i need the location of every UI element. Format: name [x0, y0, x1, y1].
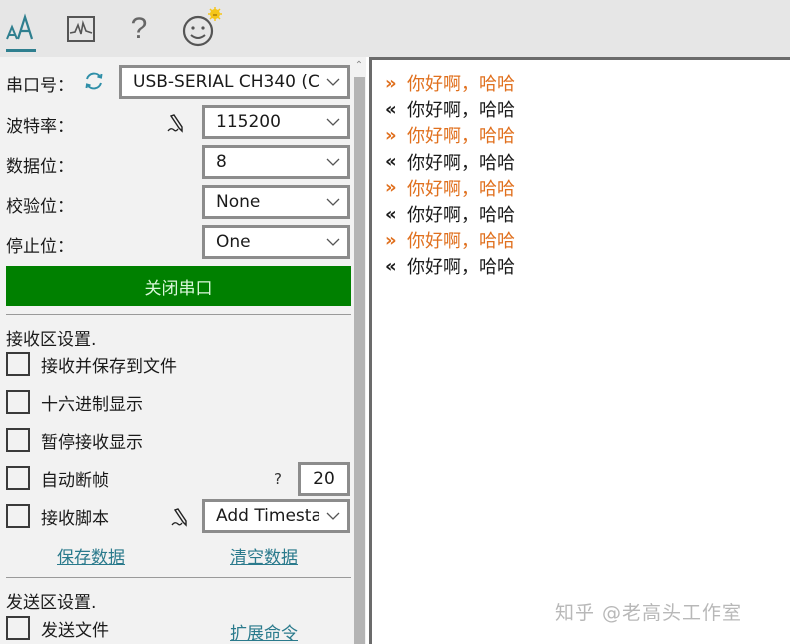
parity-select-value: None	[216, 192, 261, 212]
port-select-value: USB-SERIAL CH340 (COM	[133, 72, 319, 92]
checkbox-label: 接收并保存到文件	[41, 356, 177, 377]
sent-arrow-icon: »	[385, 124, 397, 146]
message-text: 你好啊，哈哈	[407, 257, 515, 279]
checkbox[interactable]	[6, 428, 30, 452]
watermark: 知乎 @老高头工作室	[555, 602, 743, 624]
section-divider	[6, 577, 351, 578]
received-arrow-icon: «	[385, 151, 397, 173]
chevron-down-icon	[319, 158, 347, 166]
received-message: « 你好啊，哈哈	[385, 253, 515, 279]
received-message: « 你好啊，哈哈	[385, 201, 515, 227]
checkbox[interactable]	[6, 390, 30, 414]
checkbox-label: 自动断帧	[41, 470, 109, 491]
section-divider	[6, 314, 351, 315]
sent-message: » 你好啊，哈哈	[385, 70, 515, 96]
received-message: « 你好啊，哈哈	[385, 96, 515, 122]
checkbox-send-file[interactable]: 发送文件	[6, 615, 109, 641]
refresh-ports-button[interactable]	[83, 70, 105, 96]
message-text: 你好啊，哈哈	[407, 205, 515, 226]
clear-data-link[interactable]: 清空数据	[230, 543, 298, 568]
stopbits-select[interactable]: One	[202, 225, 350, 259]
baud-label: 波特率：	[6, 117, 74, 137]
checkbox-save-to-file[interactable]: 接收并保存到文件	[6, 351, 177, 377]
stopbits-select-value: One	[216, 232, 251, 252]
checkbox-receive-script[interactable]: 接收脚本	[6, 503, 109, 529]
port-select[interactable]: USB-SERIAL CH340 (COM	[119, 65, 350, 99]
received-arrow-icon: «	[385, 255, 397, 277]
baud-select-value: 115200	[216, 112, 281, 132]
script-select-value: Add Timesta	[216, 506, 319, 526]
scroll-up-arrow-icon[interactable]: ⌃	[353, 59, 365, 73]
checkbox-auto-frame[interactable]: 自动断帧	[6, 465, 109, 491]
active-tab-indicator	[6, 49, 36, 52]
checkbox[interactable]	[6, 616, 30, 640]
checkbox[interactable]	[6, 466, 30, 490]
checkbox-label: 暂停接收显示	[41, 432, 143, 453]
scroll-thumb[interactable]	[354, 77, 365, 644]
parity-select[interactable]: None	[202, 185, 350, 219]
script-select[interactable]: Add Timesta	[202, 499, 350, 533]
top-toolbar: ?	[0, 0, 790, 57]
chevron-down-icon	[319, 238, 347, 246]
checkbox-label: 接收脚本	[41, 508, 109, 529]
sent-arrow-icon: »	[385, 72, 397, 94]
chevron-down-icon	[319, 118, 347, 126]
chevron-down-icon	[319, 512, 347, 520]
message-text: 你好啊，哈哈	[407, 152, 515, 174]
refresh-icon	[85, 72, 103, 90]
font-size-icon	[6, 13, 34, 40]
edit-baud-button[interactable]	[166, 112, 188, 134]
stopbits-label: 停止位：	[6, 237, 74, 257]
sent-arrow-icon: »	[385, 229, 397, 251]
sent-message: » 你好啊，哈哈	[385, 227, 515, 253]
settings-scrollbar[interactable]: ⌃	[352, 57, 366, 644]
tab-font-settings[interactable]	[4, 6, 38, 52]
smiley-icon	[182, 7, 222, 47]
checkbox-pause-display[interactable]: 暂停接收显示	[6, 427, 143, 453]
received-arrow-icon: «	[385, 203, 397, 225]
question-icon: ?	[130, 12, 148, 45]
received-message: « 你好啊，哈哈	[385, 149, 515, 175]
databits-label: 数据位：	[6, 157, 74, 177]
pen-icon	[171, 508, 187, 527]
sent-message: » 你好啊，哈哈	[385, 175, 515, 201]
tab-help[interactable]: ?	[124, 6, 154, 52]
chevron-down-icon	[319, 78, 347, 86]
message-text: 你好啊，哈哈	[407, 231, 515, 253]
chevron-down-icon	[319, 198, 347, 206]
checkbox-label: 十六进制显示	[41, 394, 143, 415]
message-text: 你好啊，哈哈	[407, 126, 515, 148]
received-arrow-icon: «	[385, 98, 397, 120]
frame-help-icon[interactable]: ?	[274, 470, 282, 488]
message-text: 你好啊，哈哈	[407, 74, 515, 95]
save-data-link[interactable]: 保存数据	[57, 543, 125, 568]
message-text: 你好啊，哈哈	[407, 100, 515, 122]
extend-commands-link[interactable]: 扩展命令	[230, 619, 298, 644]
edit-script-button[interactable]	[170, 506, 192, 528]
checkbox-label: 发送文件	[41, 620, 109, 641]
send-section-title: 发送区设置.	[6, 593, 97, 613]
receive-section-title: 接收区设置.	[6, 330, 97, 350]
checkbox[interactable]	[6, 352, 30, 376]
checkbox[interactable]	[6, 504, 30, 528]
sent-message: » 你好啊，哈哈	[385, 122, 515, 148]
parity-label: 校验位：	[6, 197, 74, 217]
tab-about[interactable]	[180, 6, 224, 52]
message-text: 你好啊，哈哈	[407, 178, 515, 200]
checkbox-hex-display[interactable]: 十六进制显示	[6, 389, 143, 415]
port-label: 串口号：	[6, 76, 74, 96]
close-port-button[interactable]: 关闭串口	[6, 266, 351, 306]
baud-select[interactable]: 115200	[202, 105, 350, 139]
waveform-chart-icon	[67, 16, 95, 42]
databits-select-value: 8	[216, 152, 227, 172]
sent-arrow-icon: »	[385, 177, 397, 199]
frame-timeout-input[interactable]: 20	[298, 462, 350, 496]
tab-chart[interactable]	[64, 6, 98, 52]
databits-select[interactable]: 8	[202, 145, 350, 179]
pen-icon	[167, 114, 183, 133]
